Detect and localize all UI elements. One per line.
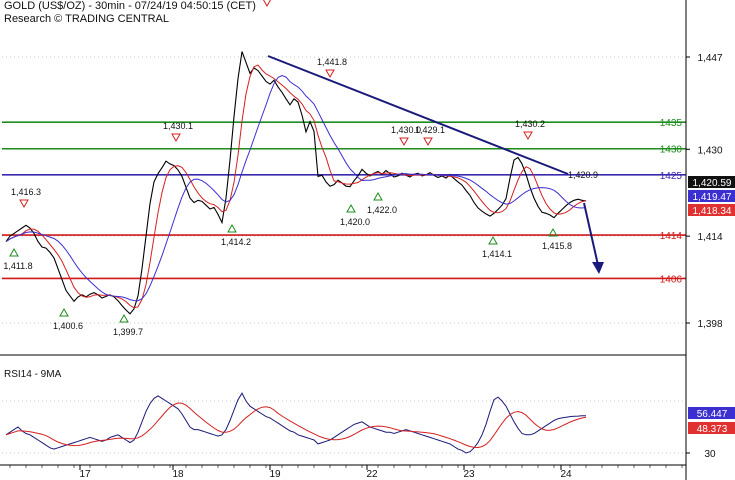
low-marker-icon (227, 223, 237, 233)
level-label: 1425 (660, 171, 683, 182)
chart-title: GOLD (US$/OZ) - 30min - 07/24/19 04:50:1… (4, 0, 256, 12)
time-tick-label: 23 (463, 469, 475, 480)
price-tick-label: 1,414 (697, 232, 722, 243)
annotation-label: 1,415.8 (542, 241, 572, 251)
annotation-label: 1,430.1 (163, 121, 193, 131)
price-tick-label: 1,430 (697, 145, 722, 156)
rsi-label: RSI14 - 9MA (4, 369, 62, 380)
level-label: 1414 (660, 231, 683, 242)
annotation-label: 1,441.8 (317, 57, 347, 67)
projection-arrow-head (592, 262, 604, 274)
price-tag-label: 1,420.59 (693, 178, 732, 189)
time-tick-label: 24 (560, 469, 572, 480)
annotation-label: 1,414.2 (221, 237, 251, 247)
time-tick-label: 17 (79, 469, 91, 480)
rsi-tick-label: 30 (704, 449, 716, 460)
annotation-label: 1,429.1 (415, 125, 445, 135)
annotation-label: 1,420.0 (340, 217, 370, 227)
fast-ma-line (5, 64, 587, 309)
time-tick-label: 22 (366, 469, 378, 480)
level-label: 1435 (660, 118, 683, 129)
chart-subtitle: Research © TRADING CENTRAL (4, 13, 169, 25)
low-marker-icon (59, 307, 69, 317)
projection-arrow-shaft (583, 202, 599, 266)
level-label: 1406 (660, 274, 683, 285)
slow-ma-line (5, 74, 587, 302)
high-marker-icon (171, 133, 181, 143)
annotation-label: 1,411.8 (3, 261, 32, 271)
time-tick-label: 18 (172, 469, 184, 480)
trend-line (267, 55, 569, 175)
price-line (5, 51, 587, 315)
low-marker-icon (373, 191, 383, 201)
price-chart: 1435 1430 1425 1414 1406 1,420.59 1,419.47 1,4… (0, 0, 735, 480)
high-marker-icon (262, 0, 272, 8)
price-tick-label: 1,398 (697, 319, 722, 330)
level-label: 1430 (660, 145, 683, 156)
time-tick-label: 19 (269, 469, 281, 480)
low-marker-icon (346, 203, 356, 213)
price-tick-label: 1,447 (697, 53, 722, 64)
rsi-ma-line (5, 402, 587, 449)
rsi-tag-label: 56.447 (697, 409, 728, 420)
rsi-tag-label: 48.373 (697, 424, 728, 435)
annotation-label: 1,430.2 (515, 119, 545, 129)
annotation-label: 1,414.1 (482, 249, 512, 259)
high-marker-icon (399, 137, 409, 147)
high-marker-icon (19, 199, 29, 209)
high-marker-icon (325, 69, 335, 79)
high-marker-icon (423, 137, 433, 147)
annotation-label: 1,422.0 (367, 205, 397, 215)
low-marker-icon (119, 313, 129, 323)
low-marker-icon (488, 235, 498, 245)
rsi-line (5, 392, 587, 454)
annotation-label: 1,416.3 (11, 187, 41, 197)
price-tag-label: 1,419.47 (693, 192, 732, 203)
annotation-label: 1,399.7 (113, 327, 143, 337)
price-tag-label: 1,418.34 (693, 206, 732, 217)
high-marker-icon (523, 131, 533, 141)
low-marker-icon (9, 247, 19, 257)
annotation-label: 1,400.6 (53, 321, 83, 331)
annotation-label: 1,420.9 (568, 170, 598, 180)
